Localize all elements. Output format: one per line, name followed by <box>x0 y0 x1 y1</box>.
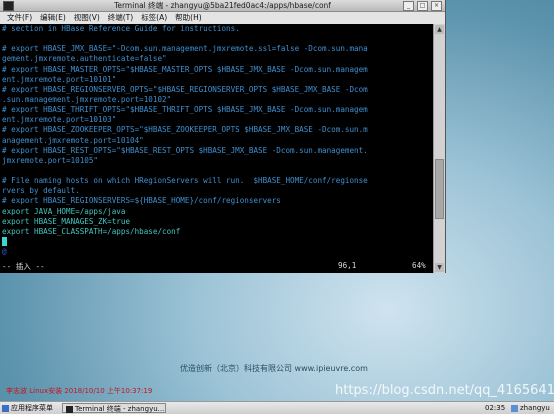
terminal-line: export JAVA_HOME=/apps/java <box>2 206 126 216</box>
menu-edit[interactable]: 编辑(E) <box>40 12 66 24</box>
terminal-line: anagement.jmxremote.port=10104" <box>2 135 144 145</box>
terminal-content[interactable]: # section in HBase Reference Guide for i… <box>0 24 434 273</box>
scrollbar[interactable]: ▲ ▼ <box>433 24 445 273</box>
menu-view[interactable]: 视图(V) <box>74 12 100 24</box>
title-bar[interactable]: Terminal 终端 - zhangyu@5ba21fed0ac4:/apps… <box>0 0 445 12</box>
text-cursor <box>2 237 7 247</box>
maximize-icon[interactable]: □ <box>417 1 428 11</box>
terminal-line: # export HBASE_REGIONSERVER_OPTS="$HBASE… <box>2 84 368 94</box>
terminal-line: gement.jmxremote.authenticate=false" <box>2 54 167 64</box>
terminal-line: export HBASE_CLASSPATH=/apps/hbase/conf <box>2 226 181 236</box>
start-menu-label: 应用程序菜单 <box>11 404 53 412</box>
terminal-line: # export HBASE_THRIFT_OPTS="$HBASE_THRIF… <box>2 105 368 115</box>
menu-tabs[interactable]: 标签(A) <box>141 12 167 24</box>
user-icon <box>511 404 518 412</box>
terminal-line: # export HBASE_MASTER_OPTS="$HBASE_MASTE… <box>2 64 368 74</box>
terminal-line: # File naming hosts on which HRegionServ… <box>2 176 368 186</box>
terminal-line: # export HBASE_REST_OPTS="$HBASE_REST_OP… <box>2 145 368 155</box>
user-indicator[interactable]: zhangyu <box>511 403 550 413</box>
vim-mode: -- 插入 -- <box>2 262 45 271</box>
scroll-percent: 64% <box>412 261 426 270</box>
terminal-line: export HBASE_MANAGES_ZK=true <box>2 216 131 226</box>
scroll-up-icon[interactable]: ▲ <box>435 25 444 34</box>
task-terminal[interactable]: Terminal 终端 - zhangyu... <box>62 403 166 413</box>
scroll-down-icon[interactable]: ▼ <box>435 263 444 272</box>
clock: 02:35 <box>485 404 506 412</box>
terminal-line: # export HBASE_JMX_BASE="-Dcom.sun.manag… <box>2 44 368 54</box>
menu-file[interactable]: 文件(F) <box>7 12 32 24</box>
minimize-icon[interactable]: _ <box>403 1 414 11</box>
vim-status-line: -- 插入 -- 96,1 64% <box>0 261 434 271</box>
terminal-line: # export HBASE_ZOOKEEPER_OPTS="$HBASE_ZO… <box>2 125 368 135</box>
author-watermark: 李志波 Linux安装 2018/10/10 上午10:37:19 <box>6 387 153 395</box>
terminal-line: jmxremote.port=10105" <box>2 155 99 165</box>
user-name: zhangyu <box>520 404 550 412</box>
app-menu-icon <box>2 404 9 412</box>
terminal-line: rvers by default. <box>2 186 80 196</box>
menu-help[interactable]: 帮助(H) <box>175 12 202 24</box>
taskbar: 应用程序菜单 Terminal 终端 - zhangyu... 02:35 zh… <box>0 401 554 414</box>
company-watermark: 优造创新（北京）科技有限公司 www.ipieuvre.com <box>180 364 368 373</box>
terminal-task-icon <box>66 405 73 413</box>
task-terminal-label: Terminal 终端 - zhangyu... <box>75 405 165 413</box>
terminal-line <box>0 237 434 247</box>
close-icon[interactable]: × <box>431 1 442 11</box>
terminal-window[interactable]: Terminal 终端 - zhangyu@5ba21fed0ac4:/apps… <box>0 0 446 273</box>
menu-terminal[interactable]: 终端(T) <box>108 12 133 24</box>
terminal-line: .sun.management.jmxremote.port=10102" <box>2 94 172 104</box>
csdn-watermark: https://blog.csdn.net/qq_41656414 <box>335 383 554 398</box>
cursor-position: 96,1 <box>338 261 357 270</box>
scrollbar-thumb[interactable] <box>435 159 444 219</box>
terminal-line: ent.jmxremote.port=10103" <box>2 115 117 125</box>
terminal-line: @ <box>2 247 7 257</box>
window-title: Terminal 终端 - zhangyu@5ba21fed0ac4:/apps… <box>114 1 331 10</box>
terminal-line: # section in HBase Reference Guide for i… <box>2 24 240 33</box>
terminal-line: ent.jmxremote.port=10101" <box>2 74 117 84</box>
terminal-line: # export HBASE_REGIONSERVERS=${HBASE_HOM… <box>2 196 281 206</box>
start-menu-button[interactable]: 应用程序菜单 <box>2 403 53 413</box>
